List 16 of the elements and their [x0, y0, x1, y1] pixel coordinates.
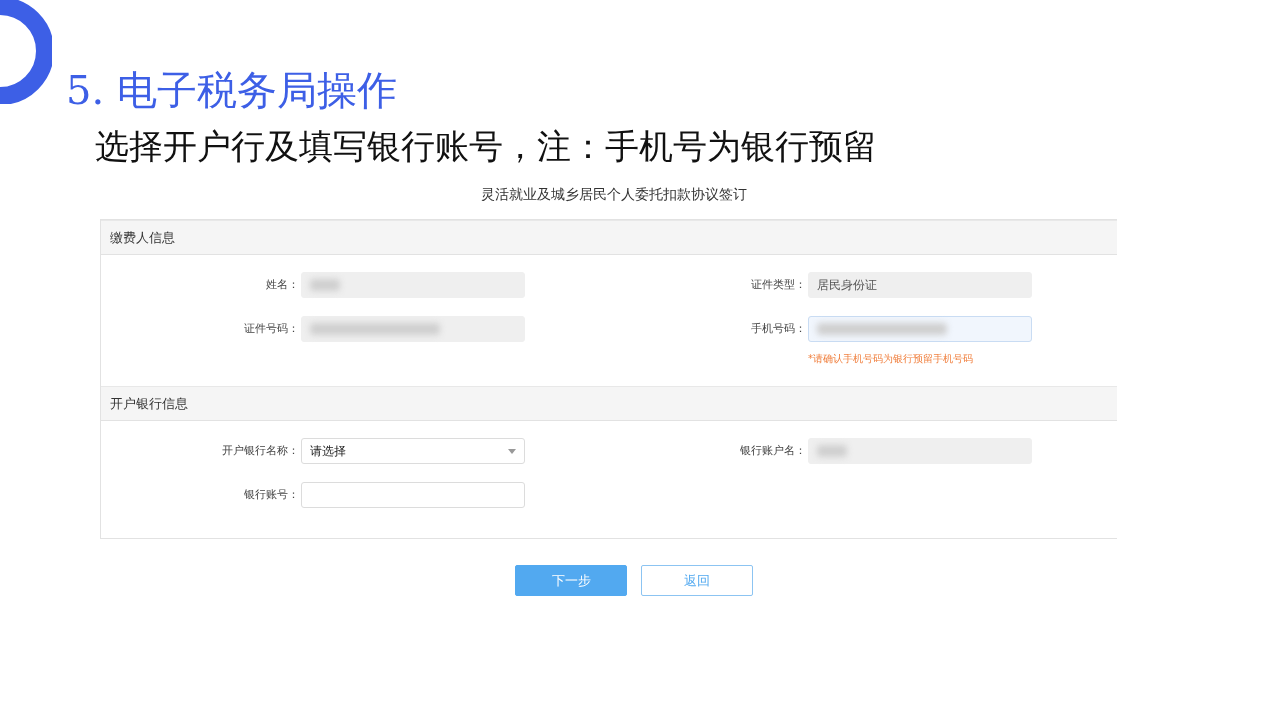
back-button[interactable]: 返回: [641, 565, 753, 596]
section-heading: 开户银行信息: [110, 394, 188, 413]
field-label: 手机号码：: [750, 321, 807, 337]
bank-select[interactable]: 请选择: [301, 438, 525, 464]
slide-subtitle: 选择开户行及填写银行账号，注：手机号为银行预留: [95, 126, 877, 166]
field-label: 姓名：: [265, 277, 300, 293]
section-heading: 缴费人信息: [110, 228, 175, 247]
slide-title: 5. 电子税务局操作: [66, 66, 397, 115]
field-label: 银行账户名：: [739, 443, 807, 459]
field-label: 证件号码：: [243, 321, 300, 337]
next-button[interactable]: 下一步: [515, 565, 627, 596]
hint-text: *请确认手机号码为银行预留手机号码: [808, 352, 974, 366]
field-label: 开户银行名称：: [221, 443, 300, 459]
field-label: 银行账号：: [243, 487, 300, 503]
field-label: 证件类型：: [750, 277, 807, 293]
form-title: 灵活就业及城乡居民个人委托扣款协议签订: [479, 185, 747, 204]
